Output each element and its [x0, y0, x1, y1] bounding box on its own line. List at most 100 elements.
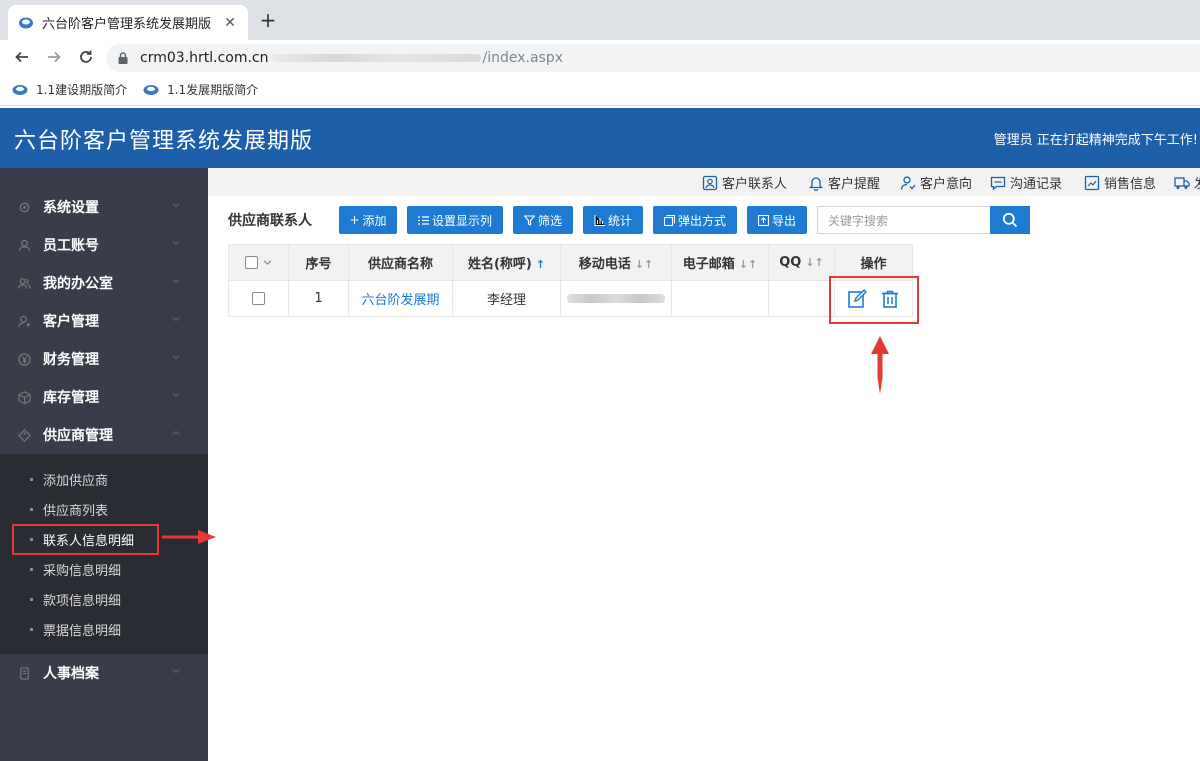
- user-greeting: 管理员 正在打起精神完成下午工作!: [993, 133, 1198, 148]
- quicknav-label: 客户意向: [920, 177, 973, 192]
- quicknav-delivery[interactable]: 发: [1174, 173, 1200, 192]
- quicknav-label: 沟通记录: [1010, 177, 1063, 192]
- column-header-label: QQ: [779, 255, 802, 270]
- table-row: 1 六台阶发展期 李经理: [228, 280, 913, 317]
- browser-tab[interactable]: 六台阶客户管理系统发展期版 ✕: [8, 5, 248, 40]
- sort-icon[interactable]: ↓↑: [739, 258, 757, 271]
- search-button[interactable]: [990, 206, 1030, 234]
- sidebar-item-supplier-management[interactable]: 供应商管理: [0, 416, 208, 454]
- bullet-icon: [30, 597, 33, 601]
- chevron-down-icon: [172, 669, 180, 674]
- column-header-label: 姓名(称呼): [467, 257, 532, 272]
- select-all-header[interactable]: [228, 244, 289, 281]
- column-header-email[interactable]: 电子邮箱 ↓↑: [671, 244, 769, 281]
- annotation-highlight-box: [12, 524, 159, 555]
- back-button[interactable]: [12, 47, 32, 67]
- row-email: [671, 280, 769, 317]
- chevron-up-icon: [172, 430, 180, 435]
- arrow-right-icon: [48, 51, 61, 63]
- contacts-table: 序号 供应商名称 姓名(称呼) ↑ 移动电话 ↓↑ 电子邮箱 ↓↑ QQ ↓↑ 操作 1…: [228, 244, 913, 317]
- file-icon: [20, 666, 29, 680]
- sidebar-item-label: 库存管理: [43, 390, 99, 406]
- statistics-button[interactable]: 统计: [583, 206, 643, 234]
- quicknav-customer-reminder[interactable]: 客户提醒: [808, 173, 880, 192]
- filter-button[interactable]: 筛选: [513, 206, 573, 234]
- chevron-down-icon: [172, 279, 180, 284]
- gear-icon: [19, 202, 30, 212]
- column-header-index: 序号: [288, 244, 349, 281]
- sidebar-item-staff-account[interactable]: 员工账号: [0, 226, 208, 264]
- sort-icon[interactable]: ↓↑: [635, 258, 653, 271]
- quicknav-communication-records[interactable]: 沟通记录: [990, 173, 1062, 192]
- sidebar-item-customer-management[interactable]: 客户管理: [0, 302, 208, 340]
- submenu-item-add-supplier[interactable]: 添加供应商: [0, 464, 208, 494]
- supplier-link[interactable]: 六台阶发展期: [361, 293, 439, 308]
- sidebar-item-label: 员工账号: [43, 238, 99, 254]
- export-button[interactable]: 导出: [747, 206, 807, 234]
- sidebar-item-my-office[interactable]: 我的办公室: [0, 264, 208, 302]
- popup-mode-button[interactable]: 弹出方式: [653, 206, 737, 234]
- submenu-item-payment-details[interactable]: 款项信息明细: [0, 584, 208, 614]
- submenu-item-purchase-details[interactable]: 采购信息明细: [0, 554, 208, 584]
- submenu-item-label: 添加供应商: [43, 473, 109, 489]
- column-header-qq[interactable]: QQ ↓↑: [768, 244, 835, 281]
- sidebar-item-inventory-management[interactable]: 库存管理: [0, 378, 208, 416]
- set-columns-label: 设置显示列: [431, 213, 492, 228]
- app-title: 六台阶客户管理系统发展期版: [14, 129, 314, 154]
- sidebar-item-finance-management[interactable]: 财务管理: [0, 340, 208, 378]
- quicknav-customer-contacts[interactable]: 客户联系人: [702, 173, 787, 192]
- site-favicon-icon: [19, 17, 33, 28]
- set-columns-button[interactable]: 设置显示列: [407, 206, 503, 234]
- bullet-icon: [30, 507, 33, 511]
- site-favicon-icon: [143, 84, 159, 95]
- url-path: /index.aspx: [482, 50, 564, 66]
- popup-mode-label: 弹出方式: [677, 213, 726, 228]
- arrow-left-icon: [15, 51, 28, 63]
- sidebar-item-system-settings[interactable]: 系统设置: [0, 188, 208, 226]
- site-favicon-icon: [12, 84, 28, 95]
- sidebar: 系统设置 员工账号 我的办公室 客户管理 财务管理 库存管理 供应商管理 添加供…: [0, 168, 208, 761]
- sort-icon[interactable]: ↓↑: [805, 256, 823, 269]
- bookmark-item[interactable]: 1.1发展期版简介: [143, 81, 258, 98]
- filter-label: 筛选: [537, 213, 562, 228]
- user-intent-icon: [900, 175, 916, 190]
- close-tab-icon[interactable]: ✕: [222, 15, 238, 31]
- truck-icon: [1174, 176, 1190, 189]
- chevron-down-icon: [172, 393, 180, 398]
- sidebar-item-label: 客户管理: [43, 314, 99, 330]
- add-button-label: 添加: [362, 213, 387, 228]
- annotation-arrow-up-icon: [871, 336, 889, 394]
- column-header-name[interactable]: 姓名(称呼) ↑: [452, 244, 561, 281]
- row-checkbox[interactable]: [252, 292, 265, 305]
- new-tab-button[interactable]: +: [258, 10, 278, 30]
- select-all-checkbox[interactable]: [245, 256, 259, 269]
- bookmark-item[interactable]: 1.1建设期版简介: [12, 81, 127, 98]
- sidebar-item-label: 人事档案: [43, 666, 99, 682]
- browser-toolbar: crm03.hrtl.com.cn /index.aspx: [0, 40, 1200, 74]
- quicknav-label: 客户联系人: [722, 177, 788, 192]
- reload-button[interactable]: [76, 47, 96, 67]
- submenu-item-invoice-details[interactable]: 票据信息明细: [0, 614, 208, 644]
- column-header-label: 电子邮箱: [682, 257, 735, 272]
- tab-title: 六台阶客户管理系统发展期版: [42, 17, 212, 32]
- bookmarks-bar: 1.1建设期版简介 1.1发展期版简介: [0, 74, 1200, 106]
- chat-icon: [990, 176, 1006, 190]
- chevron-down-icon: [172, 203, 180, 208]
- bookmark-label: 1.1发展期版简介: [167, 83, 259, 97]
- users-icon: [18, 277, 31, 289]
- sort-asc-icon[interactable]: ↑: [536, 258, 545, 271]
- annotation-arrow-right-icon: [162, 530, 216, 544]
- contact-card-icon: [702, 175, 718, 190]
- quicknav-sales-info[interactable]: 销售信息: [1084, 173, 1156, 192]
- submenu-item-supplier-list[interactable]: 供应商列表: [0, 494, 208, 524]
- search-input[interactable]: 关键字搜索: [817, 206, 991, 234]
- sidebar-item-hr-records[interactable]: 人事档案: [0, 654, 208, 692]
- forward-button[interactable]: [44, 47, 64, 67]
- chevron-down-icon[interactable]: [263, 258, 272, 267]
- submenu-item-label: 款项信息明细: [43, 593, 122, 609]
- add-button[interactable]: + 添加: [339, 206, 397, 234]
- column-header-mobile[interactable]: 移动电话 ↓↑: [560, 244, 672, 281]
- quicknav-label: 客户提醒: [828, 177, 881, 192]
- quicknav-customer-intent[interactable]: 客户意向: [900, 173, 972, 192]
- address-bar[interactable]: crm03.hrtl.com.cn /index.aspx: [106, 44, 1200, 72]
